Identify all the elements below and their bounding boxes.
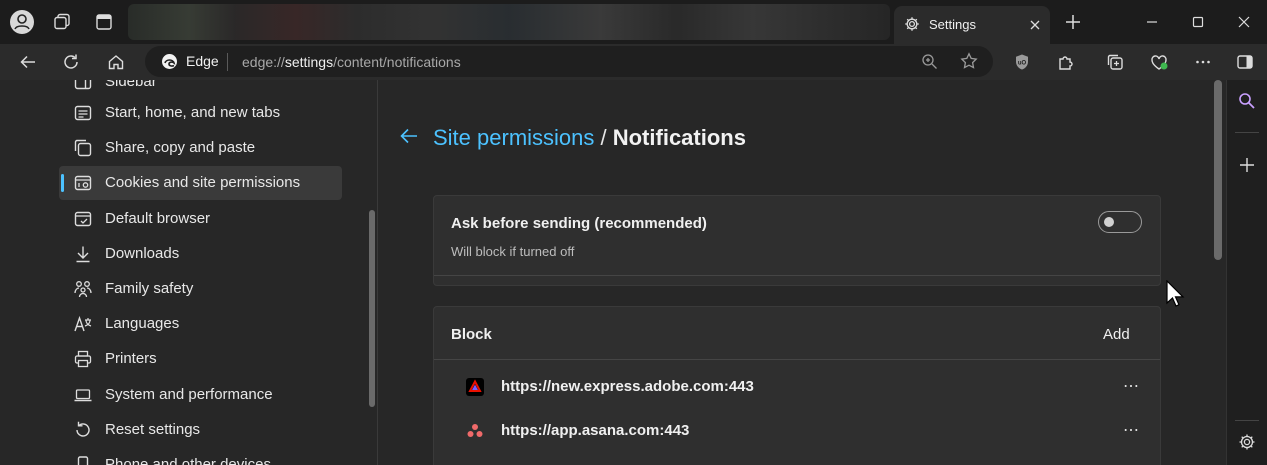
zoom-icon[interactable] (921, 53, 938, 70)
address-bar[interactable]: Edge edge://settings/content/notificatio… (145, 46, 993, 77)
ask-before-sending-card: Ask before sending (recommended) Will bl… (433, 195, 1161, 286)
sidebar-item-downloads[interactable]: Downloads (59, 237, 342, 271)
workspaces-icon[interactable] (48, 8, 76, 36)
sidebar-item-start-home[interactable]: Start, home, and new tabs (59, 96, 342, 130)
add-sidebar-app-icon[interactable] (1235, 153, 1259, 177)
adobe-express-icon (466, 378, 484, 396)
mouse-cursor-icon (1166, 280, 1186, 308)
cookies-permissions-icon (73, 173, 93, 193)
navigation-toolbar: Edge edge://settings/content/notificatio… (0, 44, 1267, 80)
asana-icon (466, 422, 484, 440)
settings-sidebar: Sidebar Start, home, and new tabs Share,… (0, 80, 377, 465)
edge-sidebar (1226, 80, 1267, 465)
favorite-star-icon[interactable] (960, 52, 978, 70)
home-icon[interactable] (102, 48, 130, 76)
sidebar-scrollbar[interactable] (369, 210, 375, 407)
tab-title: Settings (929, 17, 976, 32)
ask-before-sending-toggle[interactable] (1098, 211, 1142, 233)
collections-icon[interactable] (1101, 48, 1129, 76)
extensions-puzzle-icon[interactable] (1052, 48, 1080, 76)
browser-essentials-icon[interactable] (1145, 48, 1173, 76)
edge-logo-icon (161, 53, 178, 70)
new-tab-icon[interactable] (1059, 8, 1087, 36)
download-icon (73, 244, 93, 264)
close-window-icon[interactable] (1221, 6, 1267, 38)
site-more-options-icon[interactable]: ⋯ (1123, 420, 1140, 440)
block-list-card: Block Add https://new.express.adobe.com:… (433, 306, 1161, 465)
active-indicator (61, 174, 64, 192)
reset-icon (73, 420, 93, 440)
sidebar-separator (1235, 420, 1259, 421)
minimize-icon[interactable] (1129, 6, 1175, 38)
sidebar-icon (73, 80, 93, 92)
sidebar-item-default-browser[interactable]: Default browser (59, 202, 342, 236)
sidebar-item-printers[interactable]: Printers (59, 342, 342, 376)
sidebar-toggle-icon[interactable] (1231, 48, 1259, 76)
sidebar-item-family-safety[interactable]: Family safety (59, 272, 342, 306)
ublock-shield-icon[interactable]: uO (1008, 48, 1036, 76)
address-separator (227, 53, 228, 71)
block-section-title: Block (451, 326, 492, 343)
laptop-icon (73, 385, 93, 405)
svg-text:uO: uO (1018, 61, 1027, 67)
blurred-tabs-region (128, 4, 890, 40)
ask-setting-subtitle: Will block if turned off (451, 244, 575, 259)
family-icon (73, 279, 93, 299)
sidebar-item-cookies-permissions[interactable]: Cookies and site permissions (59, 166, 342, 200)
main-content: Site permissions / Notifications Ask bef… (378, 80, 1210, 465)
page-title: Notifications (612, 125, 746, 150)
card-divider (434, 359, 1160, 360)
back-arrow-icon[interactable] (398, 125, 420, 147)
search-icon[interactable] (1235, 89, 1259, 113)
gear-icon (904, 16, 920, 32)
title-bar: Settings (0, 0, 1267, 44)
sidebar-item-share[interactable]: Share, copy and paste (59, 131, 342, 165)
blocked-site-row: https://app.asana.com:443 ⋯ (434, 411, 1160, 451)
sidebar-settings-gear-icon[interactable] (1235, 430, 1259, 454)
close-tab-icon[interactable] (1026, 16, 1044, 34)
back-arrow-icon[interactable] (14, 48, 42, 76)
site-more-options-icon[interactable]: ⋯ (1123, 376, 1140, 396)
sidebar-separator (1235, 132, 1259, 133)
main-scrollbar[interactable] (1214, 80, 1222, 260)
share-icon (73, 138, 93, 158)
sidebar-item-system-performance[interactable]: System and performance (59, 378, 342, 412)
vertical-tabs-icon[interactable] (90, 8, 118, 36)
add-block-button[interactable]: Add (1103, 326, 1130, 343)
blocked-site-row: https://new.express.adobe.com:443 ⋯ (434, 367, 1160, 407)
page-heading: Site permissions / Notifications (433, 125, 746, 151)
start-home-icon (73, 103, 93, 123)
default-browser-icon (73, 209, 93, 229)
phone-icon (73, 455, 93, 465)
blocked-site-url: https://app.asana.com:443 (501, 422, 690, 439)
refresh-icon[interactable] (57, 48, 85, 76)
languages-icon (73, 314, 93, 334)
breadcrumb-site-permissions[interactable]: Site permissions (433, 125, 594, 150)
ask-setting-title: Ask before sending (recommended) (451, 215, 707, 232)
maximize-icon[interactable] (1175, 6, 1221, 38)
address-url[interactable]: edge://settings/content/notifications (242, 54, 461, 70)
address-brand: Edge (186, 53, 219, 69)
profile-avatar-icon[interactable] (8, 8, 36, 36)
sidebar-item-phone-devices[interactable]: Phone and other devices (59, 448, 342, 465)
sidebar-item-reset-settings[interactable]: Reset settings (59, 413, 342, 447)
toggle-knob (1104, 217, 1114, 227)
breadcrumb-separator: / (594, 125, 613, 150)
tab-settings[interactable]: Settings (894, 6, 1050, 44)
card-divider (434, 275, 1160, 276)
blocked-site-url: https://new.express.adobe.com:443 (501, 378, 754, 395)
more-options-icon[interactable] (1189, 48, 1217, 76)
sidebar-item-languages[interactable]: Languages (59, 307, 342, 341)
printer-icon (73, 349, 93, 369)
